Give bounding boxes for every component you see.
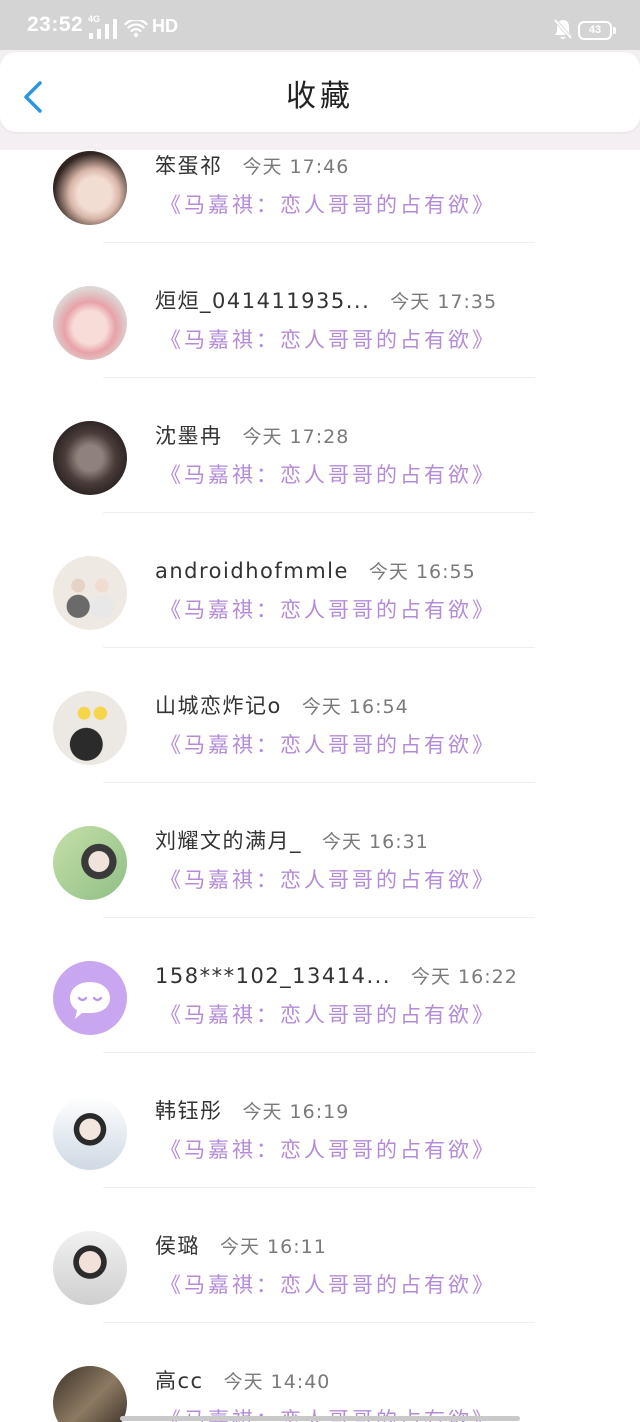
avatar[interactable] (53, 1231, 127, 1305)
favorite-list-item[interactable]: 韩钰彤 今天 16:19 《马嘉祺：恋人哥哥的占有欲》 (0, 1053, 640, 1188)
home-indicator[interactable] (120, 1416, 520, 1421)
battery-level: 43 (588, 24, 602, 36)
avatar[interactable] (53, 691, 127, 765)
user-name[interactable]: 烜烜_041411935... (155, 287, 370, 315)
battery-icon: 43 (578, 21, 616, 40)
timestamp: 今天 14:40 (223, 1371, 331, 1393)
avatar[interactable] (53, 1366, 127, 1422)
timestamp: 今天 17:35 (390, 291, 498, 313)
timestamp: 今天 16:19 (242, 1101, 350, 1123)
favorite-list-item[interactable]: 烜烜_041411935... 今天 17:35 《马嘉祺：恋人哥哥的占有欲》 (0, 243, 640, 378)
user-name[interactable]: 侯璐 (155, 1232, 200, 1260)
user-name[interactable]: 158***102_13414... (155, 962, 391, 990)
avatar[interactable] (53, 1096, 127, 1170)
avatar[interactable] (53, 961, 127, 1035)
favorite-list-item[interactable]: 笨蛋祁 今天 17:46 《马嘉祺：恋人哥哥的占有欲》 (0, 150, 640, 243)
avatar[interactable] (53, 826, 127, 900)
story-title-link[interactable]: 《马嘉祺：恋人哥哥的占有欲》 (160, 1271, 496, 1299)
default-avatar-icon (70, 982, 110, 1019)
story-title-link[interactable]: 《马嘉祺：恋人哥哥的占有欲》 (160, 461, 496, 489)
user-name[interactable]: 笨蛋祁 (155, 152, 223, 180)
timestamp: 今天 16:22 (411, 966, 518, 988)
header: 收藏 (0, 52, 640, 132)
signal-icon: 4G (88, 14, 118, 40)
story-title-link[interactable]: 《马嘉祺：恋人哥哥的占有欲》 (160, 866, 496, 894)
status-bar: 23:52 4G HD 43 (0, 0, 640, 50)
user-name[interactable]: 刘耀文的满月_ (155, 827, 302, 855)
timestamp: 今天 16:31 (322, 831, 429, 853)
story-title-link[interactable]: 《马嘉祺：恋人哥哥的占有欲》 (160, 191, 496, 219)
mute-bell-icon (553, 18, 573, 40)
favorite-list-item[interactable]: 高cc 今天 14:40 《马嘉祺：恋人哥哥的占有欲》 (0, 1323, 640, 1422)
favorite-list-item[interactable]: 山城恋炸记o 今天 16:54 《马嘉祺：恋人哥哥的占有欲》 (0, 648, 640, 783)
timestamp: 今天 16:54 (301, 696, 409, 718)
story-title-link[interactable]: 《马嘉祺：恋人哥哥的占有欲》 (160, 731, 496, 759)
favorites-list[interactable]: 笨蛋祁 今天 17:46 《马嘉祺：恋人哥哥的占有欲》 烜烜_041411935… (0, 150, 640, 1422)
favorite-list-item[interactable]: 侯璐 今天 16:11 《马嘉祺：恋人哥哥的占有欲》 (0, 1188, 640, 1323)
favorite-list-item[interactable]: androidhofmmle 今天 16:55 《马嘉祺：恋人哥哥的占有欲》 (0, 513, 640, 648)
avatar[interactable] (53, 286, 127, 360)
hd-indicator: HD (152, 16, 178, 36)
favorite-list-item[interactable]: 刘耀文的满月_ 今天 16:31 《马嘉祺：恋人哥哥的占有欲》 (0, 783, 640, 918)
clock: 23:52 (27, 13, 84, 36)
timestamp: 今天 16:55 (368, 561, 476, 583)
user-name[interactable]: 沈墨冉 (155, 422, 223, 450)
timestamp: 今天 16:11 (220, 1236, 327, 1258)
avatar[interactable] (53, 421, 127, 495)
user-name[interactable]: androidhofmmle (155, 557, 349, 585)
avatar[interactable] (53, 151, 127, 225)
story-title-link[interactable]: 《马嘉祺：恋人哥哥的占有欲》 (160, 1001, 496, 1029)
timestamp: 今天 17:28 (242, 426, 350, 448)
user-name[interactable]: 韩钰彤 (155, 1097, 223, 1125)
story-title-link[interactable]: 《马嘉祺：恋人哥哥的占有欲》 (160, 1136, 496, 1164)
favorite-list-item[interactable]: 158***102_13414... 今天 16:22 《马嘉祺：恋人哥哥的占有… (0, 918, 640, 1053)
wifi-icon (124, 18, 148, 38)
story-title-link[interactable]: 《马嘉祺：恋人哥哥的占有欲》 (160, 326, 496, 354)
story-title-link[interactable]: 《马嘉祺：恋人哥哥的占有欲》 (160, 596, 496, 624)
avatar[interactable] (53, 556, 127, 630)
page-title: 收藏 (286, 79, 354, 114)
timestamp: 今天 17:46 (242, 156, 350, 178)
user-name[interactable]: 高cc (155, 1367, 204, 1395)
user-name[interactable]: 山城恋炸记o (155, 692, 282, 720)
favorite-list-item[interactable]: 沈墨冉 今天 17:28 《马嘉祺：恋人哥哥的占有欲》 (0, 378, 640, 513)
